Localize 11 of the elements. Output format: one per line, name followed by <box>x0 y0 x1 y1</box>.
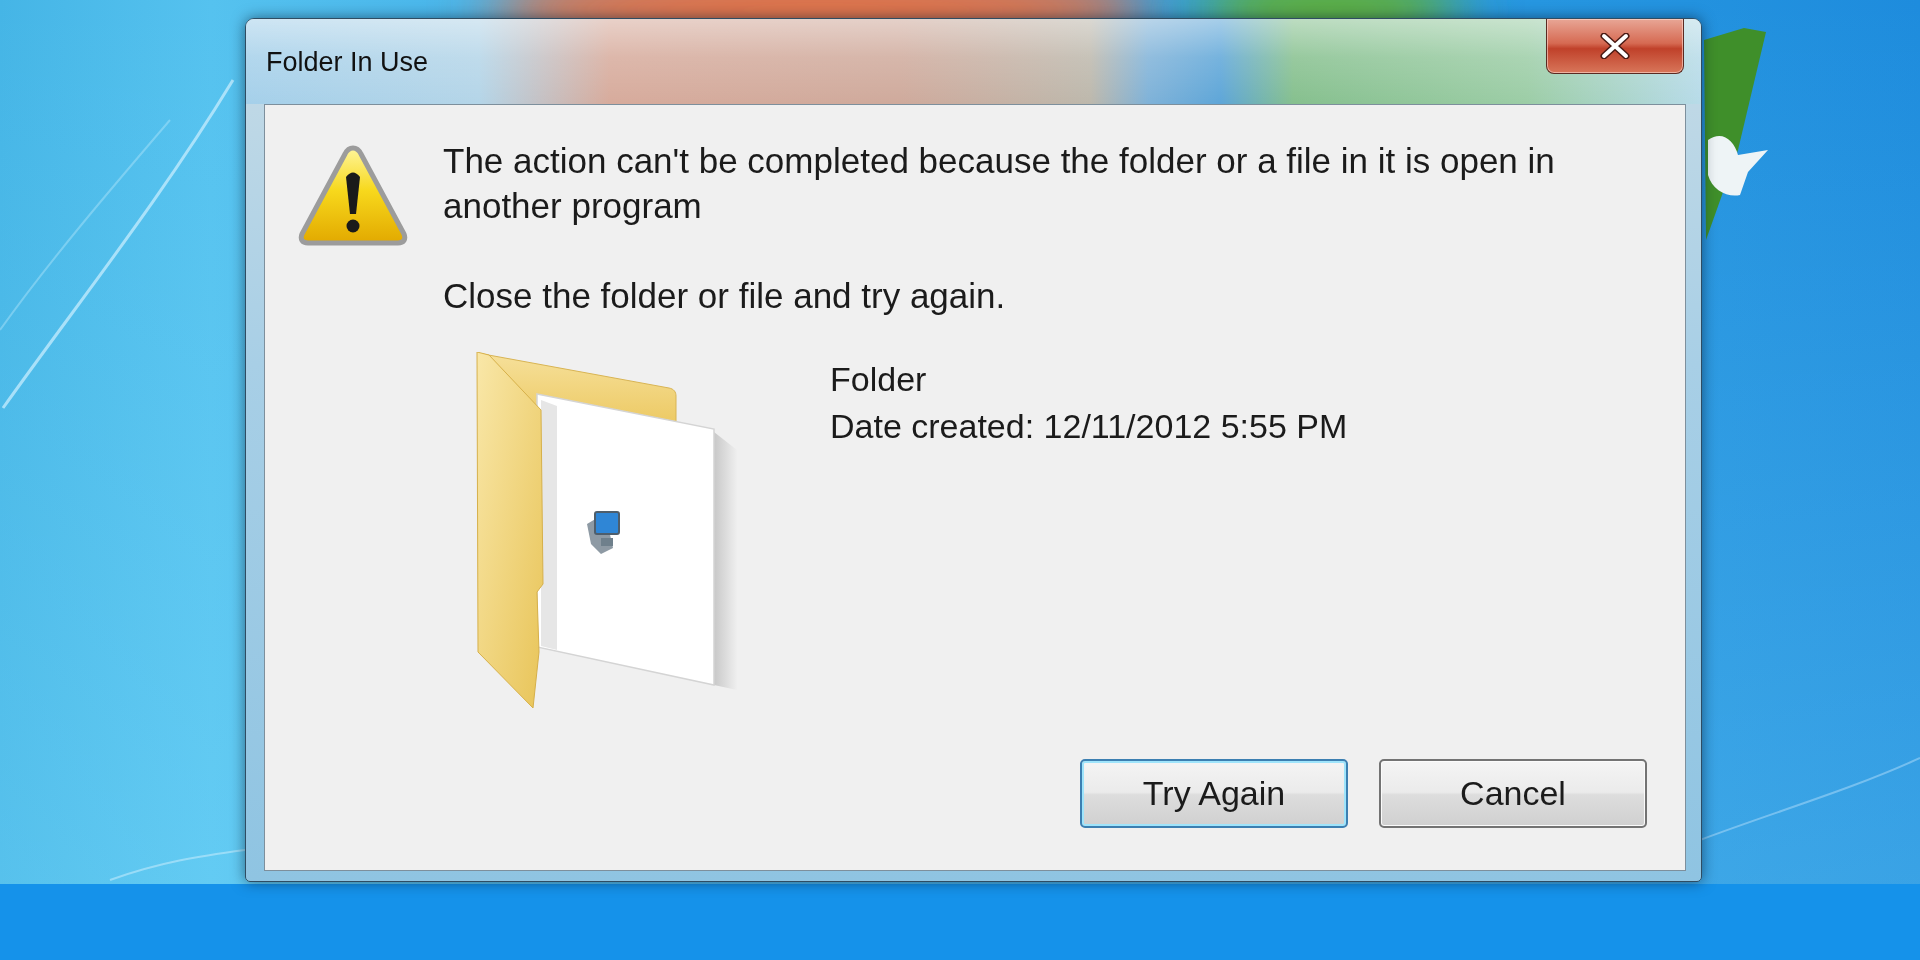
monitor-icon <box>587 511 620 554</box>
item-date: Date created: 12/11/2012 5:55 PM <box>830 406 1348 447</box>
cancel-button[interactable]: Cancel <box>1379 759 1647 828</box>
item-name: Folder <box>830 359 928 400</box>
message-text: The action can't be completed because the folder or a file in it is open in another program <box>443 140 1556 227</box>
instruction-text: Close the folder or file and try again. <box>443 275 1007 317</box>
try-again-button[interactable]: Try Again <box>1080 759 1348 828</box>
window-title: Folder In Use <box>266 47 429 78</box>
close-button[interactable] <box>1546 19 1684 74</box>
warning-icon <box>298 144 408 247</box>
close-icon <box>1600 33 1630 59</box>
